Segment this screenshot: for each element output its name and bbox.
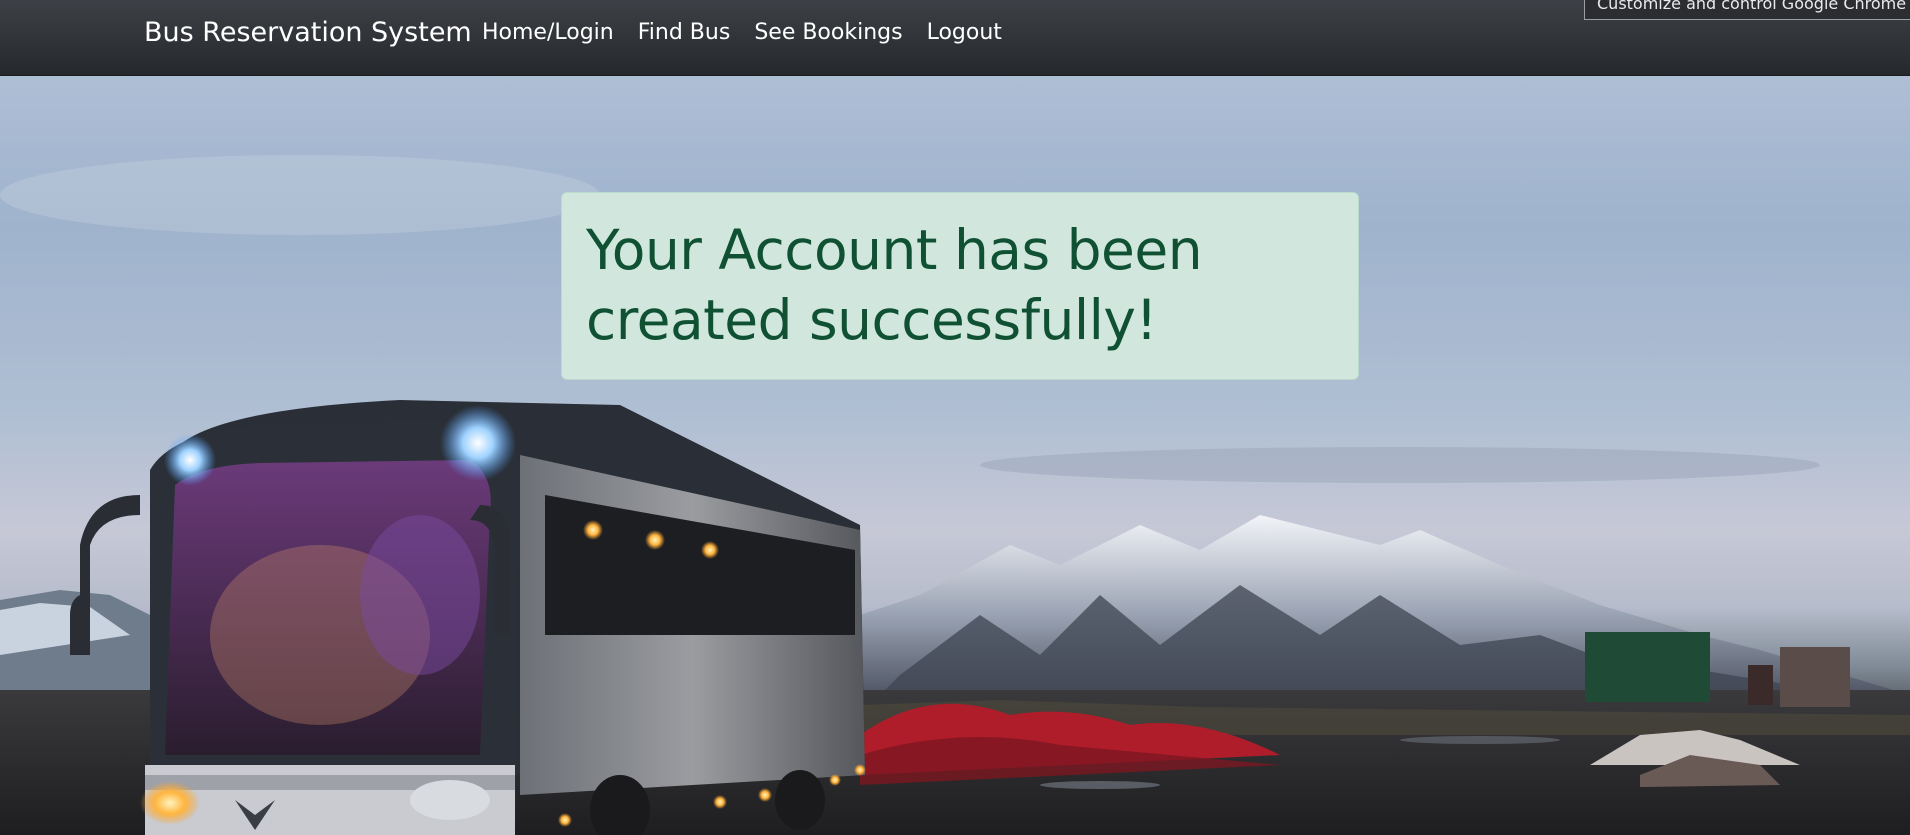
nav-link-see-bookings[interactable]: See Bookings: [754, 20, 902, 45]
nav-links: Home/Login Find Bus See Bookings Logout: [482, 20, 1002, 45]
nav-link-find-bus[interactable]: Find Bus: [638, 20, 731, 45]
bus-landscape-image: [0, 155, 1910, 835]
brand-link[interactable]: Bus Reservation System: [144, 17, 472, 48]
success-alert: Your Account has been created successful…: [561, 192, 1359, 380]
page: Bus Reservation System Home/Login Find B…: [0, 0, 1910, 835]
browser-tooltip: Customize and control Google Chrome: [1584, 0, 1910, 20]
hero-background: [0, 75, 1910, 835]
nav-link-logout[interactable]: Logout: [927, 20, 1002, 45]
navbar: Bus Reservation System Home/Login Find B…: [0, 0, 1910, 76]
success-message: Your Account has been created successful…: [586, 218, 1203, 352]
nav-link-home-login[interactable]: Home/Login: [482, 20, 614, 45]
